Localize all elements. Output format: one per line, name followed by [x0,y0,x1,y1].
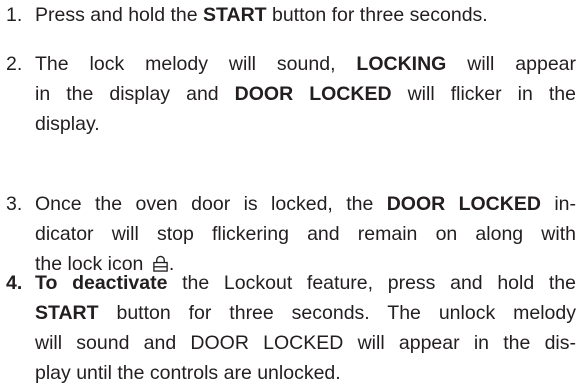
text-line: To deactivate the Lockout feature, press… [35,268,576,298]
bold-run: START [35,302,99,324]
text-line: in the display and DOOR LOCKED will flic… [35,79,576,109]
text-run: the Lockout feature, press and hold the [167,272,576,294]
text-line: play until the controls are unlocked. [35,358,576,388]
step-text: The lock melody will sound, LOCKING will… [35,49,576,139]
text-line: will sound and DOOR LOCKED will appear i… [35,328,576,358]
text-run: button for three seconds. [266,4,488,26]
bold-run: To deactivate [35,272,168,294]
text-line: dicator will stop flickering and remain … [35,219,576,249]
text-line: START button for three seconds. The unlo… [35,298,576,328]
step-number: 1. [6,4,23,26]
bold-run: DOOR LOCKED [386,193,541,215]
step-text: To deactivate the Lockout feature, press… [35,268,576,388]
text-line: The lock melody will sound, LOCKING will… [35,49,576,79]
step-number: 3. [6,193,23,215]
text-run: Once the oven door is locked, the [35,193,387,215]
text-run: in the display and [35,83,235,105]
step-4: 4. To deactivate the Lockout feature, pr… [0,268,581,388]
step-3: 3. Once the oven door is locked, the DOO… [0,189,581,279]
text-run: Press and hold the [35,4,204,26]
text-run: display. [35,113,100,135]
text-run: will sound and DOOR LOCKED will appear i… [35,332,576,354]
text-line: display. [35,109,576,139]
text-run: button for three seconds. The unlock mel… [98,302,576,324]
text-run: dicator will stop flickering and remain … [35,223,576,245]
step-text: Once the oven door is locked, the DOOR L… [35,189,576,279]
step-number: 4. [6,272,23,294]
bold-run: LOCKING [356,53,447,75]
bold-run: START [203,4,267,26]
text-line: Press and hold the START button for thre… [35,0,576,30]
text-run: in- [540,193,576,215]
text-run: will flicker in the [391,83,576,105]
text-run: play until the controls are unlocked. [35,362,341,384]
step-number: 2. [6,53,23,75]
text-line: Once the oven door is locked, the DOOR L… [35,189,576,219]
text-run: will appear [446,53,576,75]
text-run: The lock melody will sound, [35,53,357,75]
step-2: 2. The lock melody will sound, LOCKING w… [0,49,581,139]
bold-run: DOOR LOCKED [234,83,392,105]
step-text: Press and hold the START button for thre… [35,0,576,30]
instructions-document: 1. Press and hold the START button for t… [0,0,581,392]
step-1: 1. Press and hold the START button for t… [0,0,581,30]
